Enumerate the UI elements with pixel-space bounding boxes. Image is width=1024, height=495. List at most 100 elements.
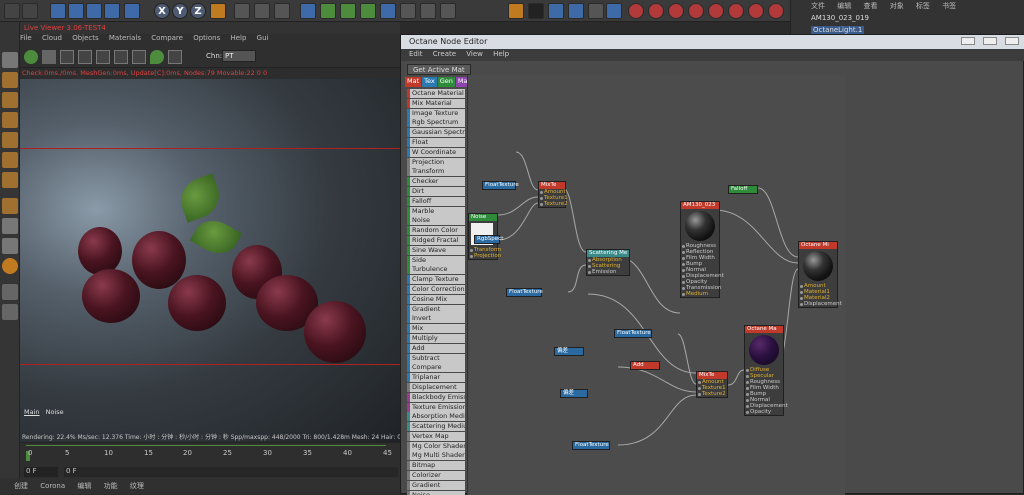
polygons-mode-icon[interactable] [2, 172, 18, 188]
ne-menu-edit[interactable]: Edit [409, 50, 423, 58]
node-list-item[interactable]: Noise [407, 490, 465, 495]
node-float-texture-3[interactable]: FloatTexture [614, 329, 652, 338]
octane-light-5-icon[interactable] [708, 3, 724, 19]
ne-menu-create[interactable]: Create [433, 50, 456, 58]
focus-picker-icon[interactable] [132, 50, 146, 64]
node-list-item[interactable]: Octane Material [407, 89, 465, 98]
snap-icon[interactable] [2, 238, 18, 254]
node-list-item[interactable]: Multiply [407, 333, 465, 343]
node-list-item[interactable]: Sine Wave [407, 245, 465, 255]
cloner-icon[interactable] [360, 3, 376, 19]
node-list-item[interactable]: Float [407, 137, 465, 147]
node-scattering-medium[interactable]: Scattering Me Absorption Scattering Emis… [586, 249, 630, 276]
lv-menu-compare[interactable]: Compare [151, 34, 183, 42]
bottom-tab-texture[interactable]: 纹理 [130, 482, 144, 490]
node-list-item[interactable]: Colorizer [407, 471, 465, 481]
x-axis-lock-icon[interactable]: X [154, 3, 170, 19]
octane-tag-icon[interactable] [606, 3, 622, 19]
node-mix-material[interactable]: Octane Mi Amount Material1 Material2 Dis… [798, 241, 842, 308]
node-list-item[interactable]: Mg Color Shader [407, 441, 465, 451]
ne-menu-help[interactable]: Help [493, 50, 509, 58]
lv-menu-file[interactable]: File [20, 34, 32, 42]
axis-mode-icon[interactable] [2, 198, 18, 214]
node-list-item[interactable]: Side [407, 255, 465, 265]
floor-icon[interactable] [400, 3, 416, 19]
node-list-item[interactable]: Noise [407, 216, 465, 226]
node-list-item[interactable]: Scattering Medium [407, 422, 465, 432]
tab-main[interactable]: Main [24, 408, 40, 416]
model-mode-icon[interactable] [2, 72, 18, 88]
bottom-tab-corona[interactable]: Corona [40, 482, 65, 490]
node-list-item[interactable]: Add [407, 343, 465, 353]
node-list-item[interactable]: Ridged Fractal [407, 235, 465, 245]
send-scene-icon[interactable] [24, 50, 38, 64]
move-tool-icon[interactable] [68, 3, 84, 19]
node-port[interactable]: Texture2 [697, 391, 727, 397]
render-settings-icon[interactable] [274, 3, 290, 19]
node-list-item[interactable]: Subtract [407, 353, 465, 363]
shuffle-icon[interactable] [588, 3, 604, 19]
node-offset-a[interactable]: 偏差 [554, 347, 584, 356]
node-list-item[interactable]: Invert [407, 314, 465, 324]
node-list-item[interactable]: Gradient [407, 304, 465, 314]
object-row-octane-light[interactable]: OctaneLight.1 [811, 26, 865, 34]
node-list-item[interactable]: Mg Multi Shader [407, 451, 465, 461]
grid-icon[interactable] [2, 304, 18, 320]
lv-menu-cloud[interactable]: Cloud [42, 34, 62, 42]
node-mixtexture-1[interactable]: MixTe Amount Texture1 Texture2 [538, 181, 568, 208]
node-float-texture-2[interactable]: FloatTexture [506, 288, 543, 297]
node-list-item[interactable]: Mix Material [407, 98, 465, 108]
node-list-item[interactable]: W Coordinate [407, 147, 465, 157]
light-icon[interactable] [440, 3, 456, 19]
bottom-tab-function[interactable]: 功能 [104, 482, 118, 490]
get-active-mat-button[interactable]: Get Active Mat [407, 64, 471, 75]
node-list-item[interactable]: Marble [407, 206, 465, 216]
bottom-tab-edit[interactable]: 编辑 [77, 482, 91, 490]
current-frame-field[interactable]: 0 F [24, 467, 58, 477]
node-list-item[interactable]: Rgb Spectrum [407, 118, 465, 128]
node-list-item[interactable]: Transform [407, 167, 465, 177]
node-rgb-spectrum[interactable]: RgbSpect [474, 235, 503, 244]
clay-mode-icon[interactable] [168, 50, 182, 64]
octane-daylight-icon[interactable] [568, 3, 584, 19]
node-list-item[interactable]: Color Correction [407, 284, 465, 294]
restart-icon[interactable] [42, 50, 56, 64]
timeline[interactable]: 0 5 10 15 20 25 30 35 40 45 0 F 0 F [20, 442, 400, 482]
ne-menu-view[interactable]: View [466, 50, 483, 58]
om-menu-objects[interactable]: 对象 [890, 2, 904, 10]
node-list-item[interactable]: Random Color [407, 226, 465, 236]
render-view-icon[interactable] [234, 3, 250, 19]
workplane-icon[interactable] [2, 112, 18, 128]
octane-light-2-icon[interactable] [648, 3, 664, 19]
tweak-mode-icon[interactable] [2, 218, 18, 234]
node-list-item[interactable]: Blackbody Emission [407, 392, 465, 402]
close-icon[interactable] [1005, 37, 1019, 45]
node-port[interactable]: Texture2 [539, 201, 568, 207]
node-mixtexture-2[interactable]: MixTe Amount Texture1 Texture2 [696, 371, 728, 398]
octane-light-8-icon[interactable] [768, 3, 784, 19]
node-list-item[interactable]: Gaussian Spectrum [407, 128, 465, 138]
octane-light-1-icon[interactable] [628, 3, 644, 19]
maximize-icon[interactable] [983, 37, 997, 45]
gear-icon[interactable] [528, 3, 544, 19]
tab-noise[interactable]: Noise [46, 408, 64, 416]
lock-resolution-icon[interactable] [114, 50, 128, 64]
octane-light-4-icon[interactable] [688, 3, 704, 19]
subdivision-icon[interactable] [340, 3, 356, 19]
node-port[interactable]: Projection [469, 253, 501, 259]
octane-light-7-icon[interactable] [748, 3, 764, 19]
node-list-item[interactable]: Bitmap [407, 461, 465, 471]
node-list-item[interactable]: Displacement [407, 382, 465, 392]
node-list-item[interactable]: Triplanar [407, 373, 465, 383]
node-list-item[interactable]: Vertex Map [407, 431, 465, 441]
om-menu-bookmarks[interactable]: 书签 [942, 2, 956, 10]
octane-light-6-icon[interactable] [728, 3, 744, 19]
redo-icon[interactable] [22, 3, 38, 19]
make-editable-icon[interactable] [2, 52, 18, 68]
node-list-item[interactable]: Cosine Mix [407, 294, 465, 304]
octane-logo-icon[interactable] [508, 3, 524, 19]
node-list-item[interactable]: Absorption Medium [407, 412, 465, 422]
lv-menu-gui[interactable]: Gui [257, 34, 269, 42]
node-list-item[interactable]: Compare [407, 363, 465, 373]
undo-icon[interactable] [4, 3, 20, 19]
